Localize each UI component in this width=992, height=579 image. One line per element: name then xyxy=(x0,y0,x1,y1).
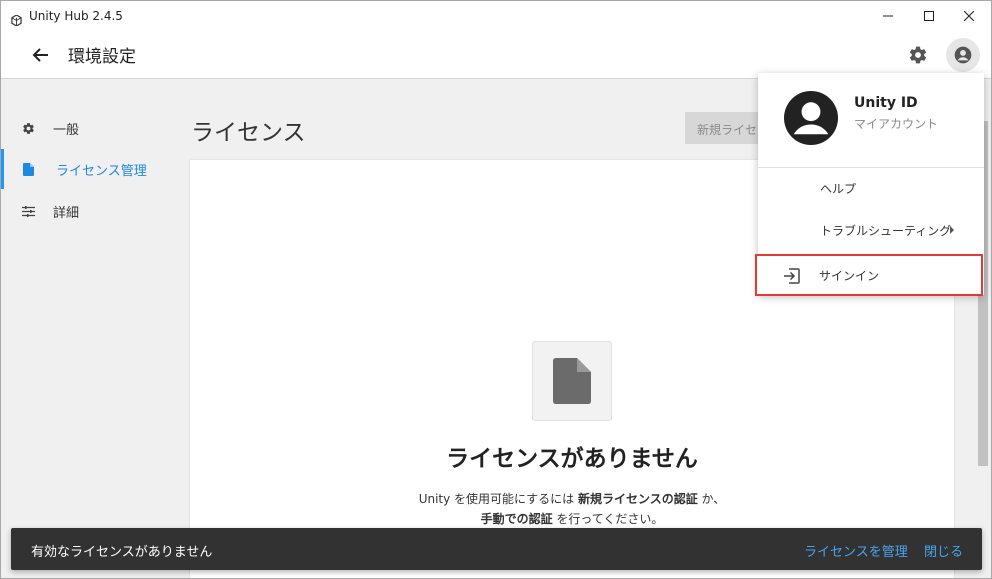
activate-new-license-link: 新規ライセンスの認証 xyxy=(577,492,698,506)
desc-text: を行ってください。 xyxy=(552,512,664,526)
manual-activation-link: 手動での認証 xyxy=(480,512,553,526)
sidebar-item-advanced[interactable]: 詳細 xyxy=(1,191,189,231)
settings-button[interactable] xyxy=(904,41,932,69)
snackbar-message: 有効なライセンスがありません xyxy=(31,545,213,560)
back-button[interactable] xyxy=(27,41,55,69)
menu-item-troubleshooting[interactable]: トラブルシューティング xyxy=(758,211,984,249)
minimize-button[interactable] xyxy=(865,1,911,31)
menu-divider xyxy=(758,167,984,168)
unity-logo-icon xyxy=(11,11,22,27)
sliders-icon xyxy=(21,204,35,218)
document-icon xyxy=(553,358,591,404)
menu-item-label: ヘルプ xyxy=(820,181,857,196)
gear-icon xyxy=(21,121,35,135)
chevron-right-icon xyxy=(950,226,954,234)
sign-in-icon xyxy=(783,267,801,285)
page-title: 環境設定 xyxy=(68,47,136,67)
close-window-button[interactable] xyxy=(946,1,991,31)
sidebar-item-license-management[interactable]: ライセンス管理 xyxy=(1,149,189,189)
desc-text: Unity を使用可能にするには xyxy=(418,492,578,506)
account-icon xyxy=(954,46,972,64)
empty-state-illustration xyxy=(532,341,612,421)
empty-state-title: ライセンスがありません xyxy=(446,446,698,472)
menu-item-help[interactable]: ヘルプ xyxy=(758,169,984,207)
sidebar-item-general[interactable]: 一般 xyxy=(1,108,189,148)
minimize-icon xyxy=(883,15,893,17)
app-window: Unity Hub 2.4.5 環境設定 一般 ライセンス管理 詳細 ライセンス… xyxy=(0,0,992,579)
window-title: Unity Hub 2.4.5 xyxy=(29,9,123,23)
menu-item-label: トラブルシューティング xyxy=(820,223,952,238)
section-title: ライセンス xyxy=(191,120,306,146)
sidebar-item-label: 詳細 xyxy=(53,205,80,221)
gear-icon xyxy=(909,46,927,64)
maximize-icon xyxy=(924,11,934,21)
account-name: Unity ID xyxy=(854,95,918,111)
avatar xyxy=(784,91,838,145)
sidebar-item-label: 一般 xyxy=(53,122,80,138)
menu-item-sign-in[interactable]: サインイン xyxy=(755,254,983,296)
desc-text: か、 xyxy=(697,492,726,506)
account-icon xyxy=(784,91,838,145)
title-bar: Unity Hub 2.4.5 xyxy=(1,1,991,31)
sidebar: 一般 ライセンス管理 詳細 xyxy=(1,80,189,578)
menu-item-label: サインイン xyxy=(819,269,880,283)
snackbar: 有効なライセンスがありません ライセンスを管理 閉じる xyxy=(11,528,982,570)
arrow-left-icon xyxy=(32,48,48,62)
sidebar-item-label: ライセンス管理 xyxy=(56,163,147,179)
empty-state-description: Unity を使用可能にするには 新規ライセンスの認証 か、 手動での認証 を行… xyxy=(190,489,954,529)
account-button[interactable] xyxy=(946,38,980,72)
close-snackbar-button[interactable]: 閉じる xyxy=(924,541,963,560)
close-icon xyxy=(964,11,974,21)
document-icon xyxy=(21,162,35,176)
app-header: 環境設定 xyxy=(1,31,991,79)
manage-license-button[interactable]: ライセンスを管理 xyxy=(804,541,908,560)
my-account-link[interactable]: マイアカウント xyxy=(854,115,938,132)
